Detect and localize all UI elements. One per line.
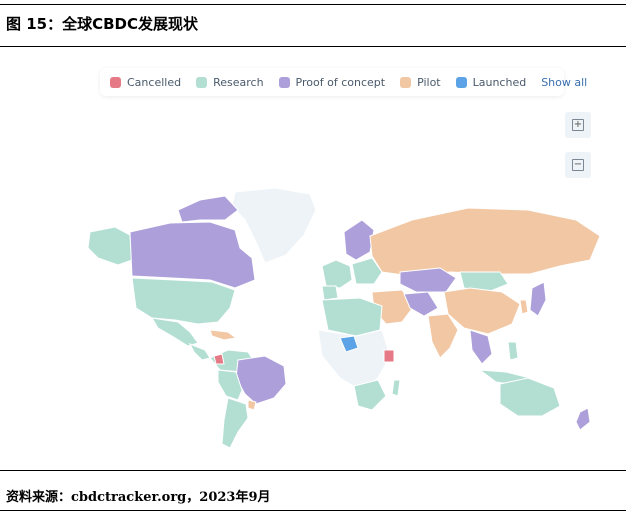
zoom-in-button[interactable]: + — [565, 112, 591, 138]
zoom-out-button[interactable]: − — [565, 152, 591, 178]
legend-label: Cancelled — [127, 75, 182, 89]
region-scandinavia — [343, 219, 375, 261]
legend-swatch — [278, 76, 290, 88]
region-india — [427, 313, 459, 359]
minus-icon: − — [572, 159, 584, 171]
legend-label: Proof of concept — [295, 75, 386, 89]
plus-icon: + — [572, 119, 584, 131]
legend-item-cancelled[interactable]: Cancelled — [110, 76, 181, 89]
region-new-zealand — [575, 407, 591, 431]
world-map[interactable] — [60, 60, 613, 460]
region-canada — [129, 221, 256, 289]
region-philippines — [507, 341, 519, 361]
region-canada-islands — [177, 195, 239, 223]
end-rule — [0, 510, 626, 511]
region-caribbean — [209, 329, 238, 341]
region-argentina — [221, 397, 249, 449]
legend-item-research[interactable]: Research — [196, 75, 264, 89]
legend-label: Pilot — [417, 75, 441, 89]
region-japan — [529, 281, 547, 317]
region-north-africa — [321, 297, 383, 337]
source-note: 资料来源：cbdctracker.org，2023年9月 — [6, 490, 271, 505]
legend-swatch — [400, 76, 412, 88]
legend-label: Research — [213, 75, 264, 89]
legend-item-proof-of-concept[interactable]: Proof of concept — [278, 75, 386, 89]
region-uruguay — [247, 399, 257, 411]
region-australia — [499, 377, 561, 417]
legend-item-pilot[interactable]: Pilot — [400, 76, 441, 89]
legend-swatch — [110, 76, 121, 88]
legend-label: Launched — [472, 75, 527, 89]
legend-swatch — [455, 76, 467, 88]
region-brazil — [235, 355, 287, 405]
region-madagascar — [391, 379, 401, 397]
region-usa — [131, 277, 236, 325]
region-korea — [519, 299, 529, 315]
region-alaska — [87, 226, 133, 266]
region-central-america — [188, 343, 211, 361]
title-rule — [0, 46, 626, 47]
region-southern-africa — [353, 379, 387, 411]
region-russia — [369, 207, 601, 277]
legend-item-launched[interactable]: Launched — [455, 75, 527, 89]
region-kenya — [383, 349, 395, 363]
legend: Cancelled Research Proof of concept Pilo… — [100, 68, 587, 96]
region-ecuador — [213, 353, 225, 365]
top-rule — [0, 4, 626, 5]
region-iberia — [321, 285, 339, 301]
region-southeast-asia — [469, 329, 493, 365]
figure-title: 图 15：全球CBDC发展现状 — [6, 15, 198, 33]
bottom-rule — [0, 470, 626, 471]
show-all-link[interactable]: Show all — [541, 76, 587, 89]
legend-swatch — [196, 76, 208, 88]
map-frame[interactable]: Cancelled Research Proof of concept Pilo… — [60, 60, 613, 460]
region-western-europe — [321, 259, 353, 289]
